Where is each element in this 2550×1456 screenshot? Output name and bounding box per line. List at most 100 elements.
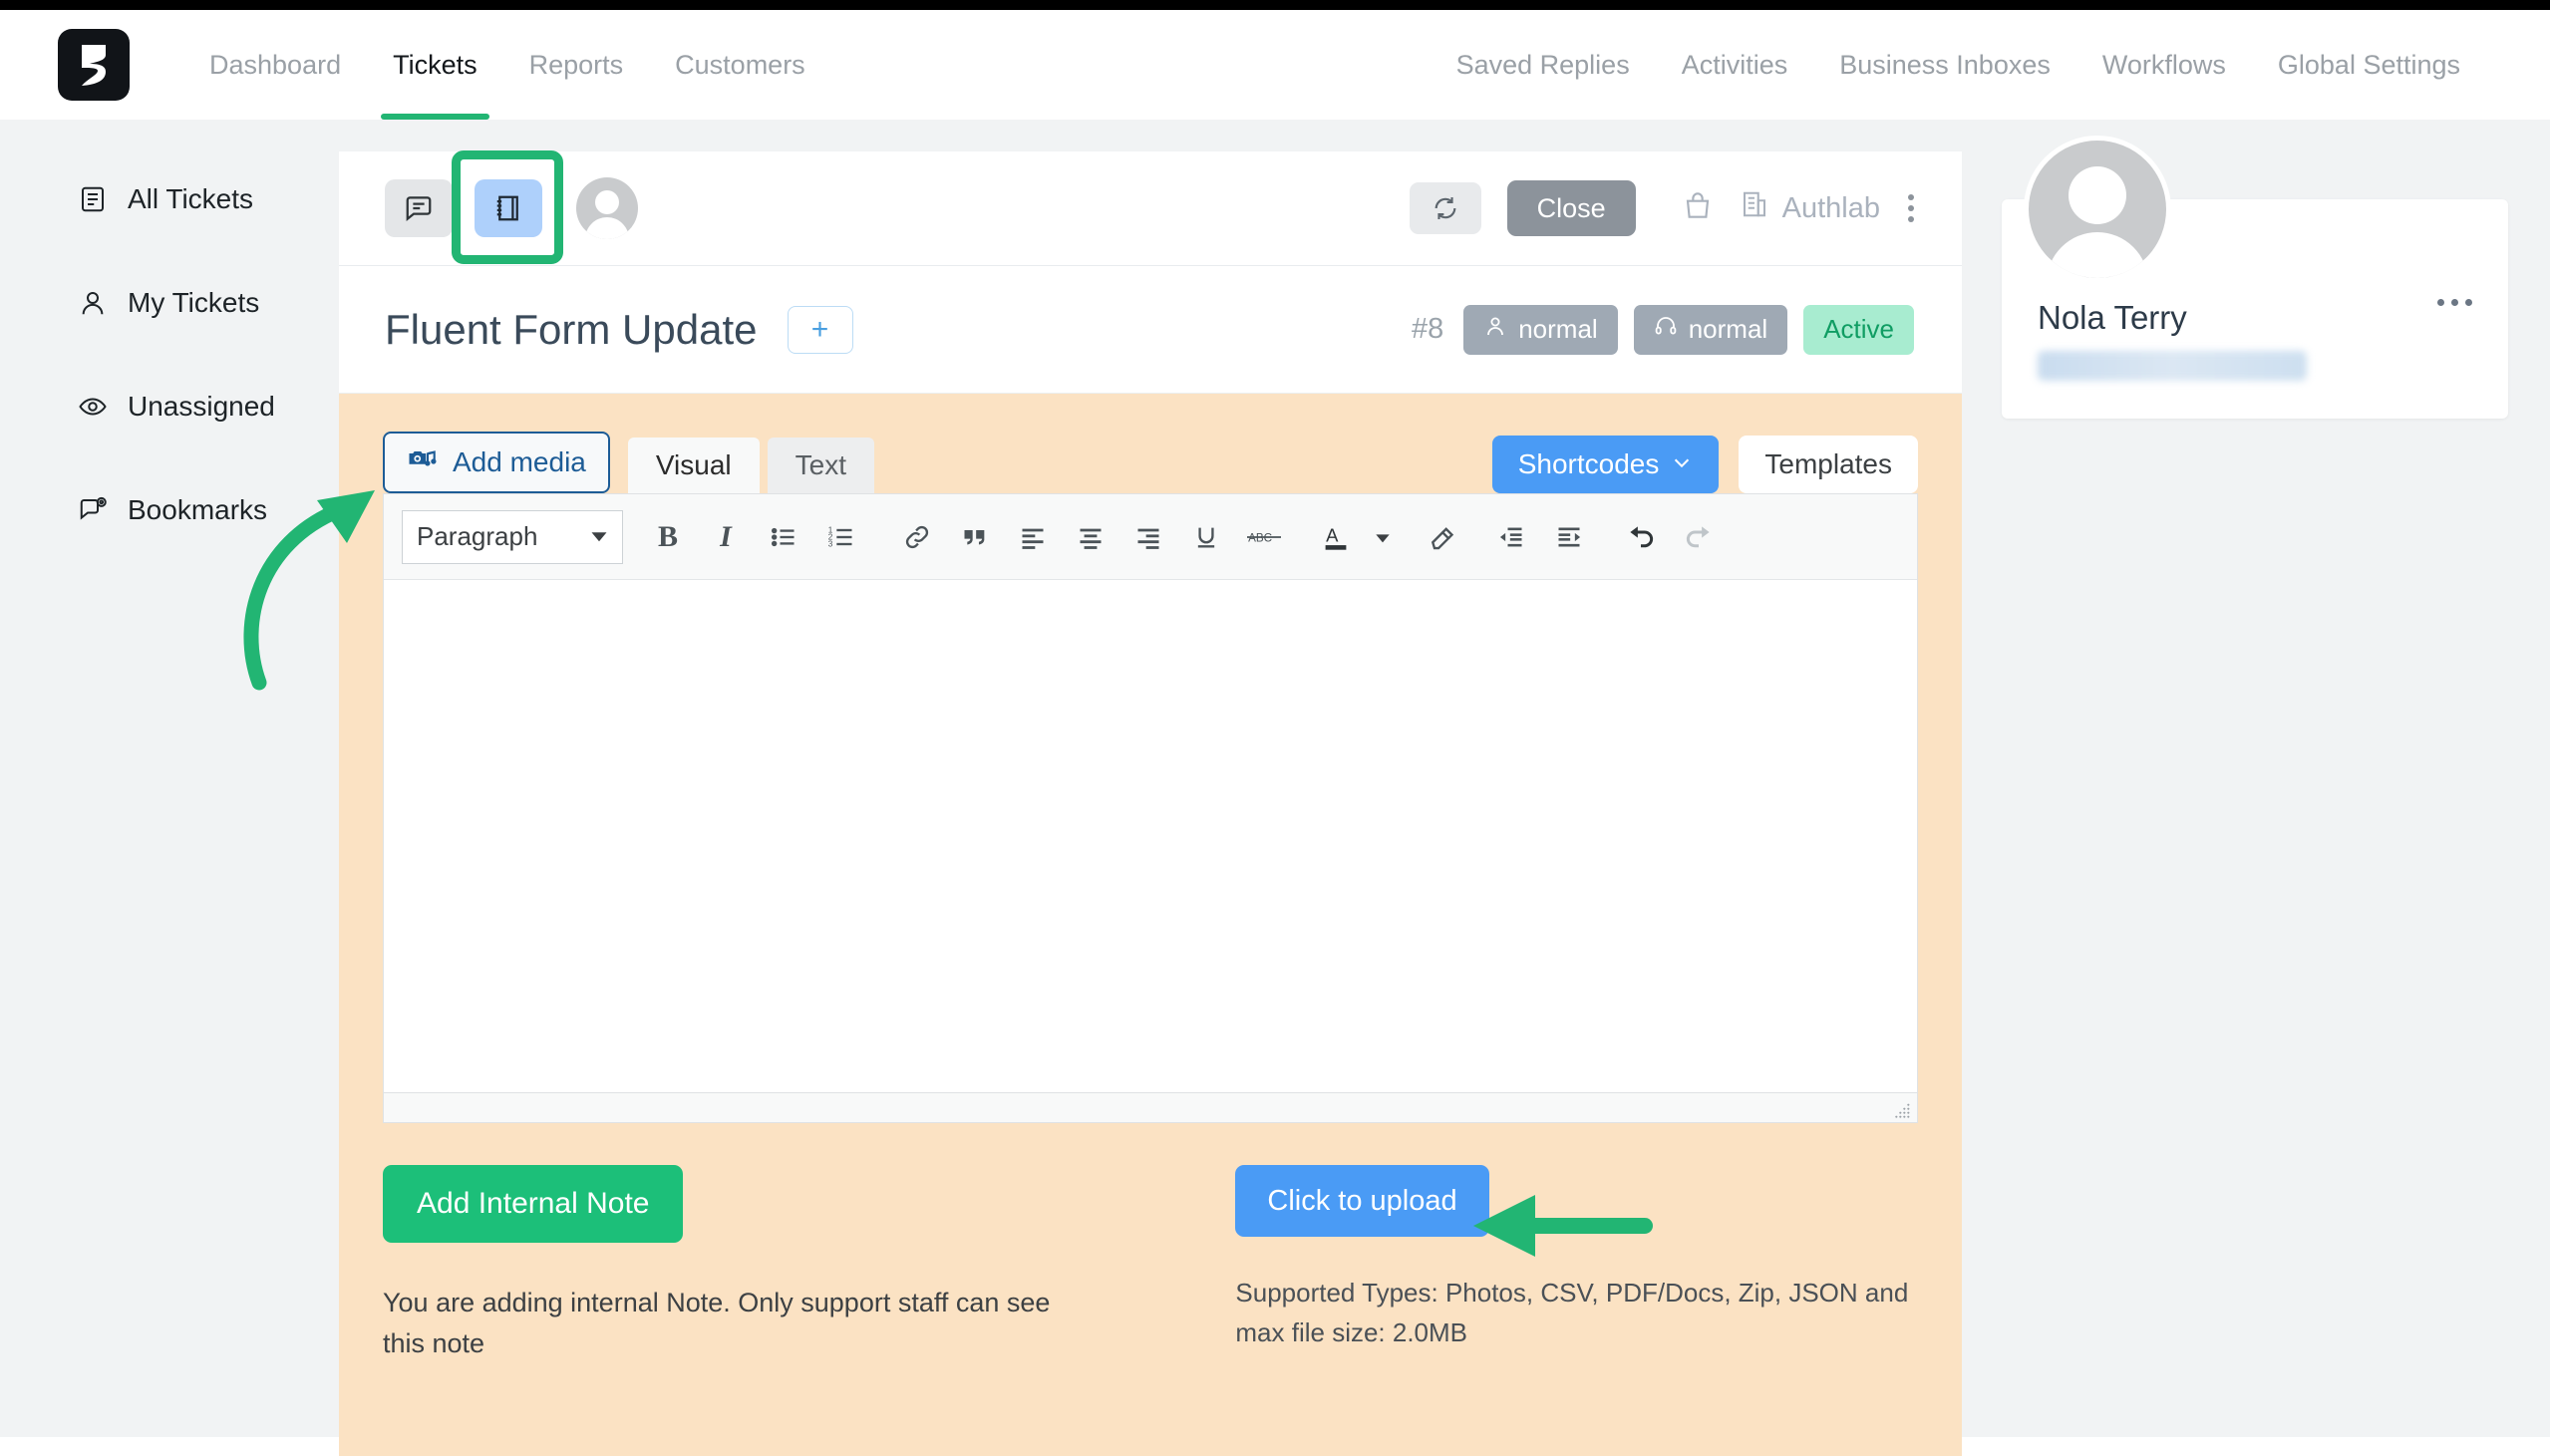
svg-text:3: 3 (828, 539, 833, 548)
add-tag-button[interactable]: + (787, 305, 853, 354)
ticket-detail: Close Authlab Fluent Form Update + #8 no… (339, 150, 1962, 1456)
ticket-toolbar-actions: Close Authlab (1409, 180, 1914, 236)
ticket-number: #8 (1411, 313, 1444, 345)
chat-reply-icon[interactable] (385, 179, 453, 237)
chat-mention-icon (78, 495, 108, 525)
eye-icon (78, 392, 108, 422)
click-to-upload-button[interactable]: Click to upload (1235, 1165, 1489, 1237)
page-title: Fluent Form Update (385, 305, 758, 353)
underline-icon[interactable] (1177, 508, 1235, 566)
upload-helper-text: Supported Types: Photos, CSV, PDF/Docs, … (1235, 1278, 1909, 1348)
templates-button[interactable]: Templates (1739, 436, 1918, 493)
customer-name: Nola Terry (2038, 299, 2187, 336)
text-color-icon[interactable]: A (1307, 508, 1365, 566)
nav-item-tickets[interactable]: Tickets (367, 10, 503, 120)
align-left-icon[interactable] (1004, 508, 1062, 566)
more-horizontal-icon[interactable] (2437, 299, 2472, 306)
person-icon (1483, 314, 1507, 345)
text-color-chevron-icon[interactable] (1365, 508, 1401, 566)
internal-note-helper-text: You are adding internal Note. Only suppo… (383, 1288, 1051, 1358)
ticket-title-row: Fluent Form Update + #8 normal normal Ac… (339, 266, 1962, 394)
fluent-support-logo-icon[interactable] (58, 29, 130, 101)
nav-item-global-settings[interactable]: Global Settings (2252, 10, 2486, 120)
badge-label: normal (1688, 314, 1768, 344)
redo-icon[interactable] (1670, 508, 1728, 566)
shortcodes-button[interactable]: Shortcodes (1491, 436, 1720, 493)
internal-note-composer: Add media Visual Text Shortcodes Templat… (339, 394, 1962, 1456)
add-media-button[interactable]: Add media (383, 432, 610, 493)
close-button[interactable]: Close (1506, 180, 1636, 236)
clear-formatting-icon[interactable] (1413, 508, 1470, 566)
strikethrough-icon[interactable]: ABC (1235, 508, 1293, 566)
primary-nav: Dashboard Tickets Reports Customers (183, 10, 831, 120)
outdent-icon[interactable] (1482, 508, 1540, 566)
app-header: Dashboard Tickets Reports Customers Save… (0, 10, 2550, 120)
format-select[interactable]: Paragraph (402, 509, 623, 564)
indent-icon[interactable] (1540, 508, 1598, 566)
composer-submit-column: Add Internal Note You are adding interna… (383, 1165, 1151, 1363)
status-badge-active[interactable]: Active (1803, 304, 1914, 355)
resize-grip-icon[interactable] (1895, 1102, 1911, 1118)
sidebar-item-label: My Tickets (128, 287, 260, 318)
headset-icon (1654, 314, 1678, 345)
notebook-icon[interactable] (452, 150, 563, 264)
status-badge-support[interactable]: normal (1633, 304, 1788, 355)
bulleted-list-icon[interactable] (755, 508, 812, 566)
format-select-value: Paragraph (417, 521, 538, 551)
undo-icon[interactable] (1612, 508, 1670, 566)
nav-item-workflows[interactable]: Workflows (2076, 10, 2252, 120)
page-body: All Tickets My Tickets Unassigned Bookma… (0, 120, 2550, 1456)
nav-item-reports[interactable]: Reports (503, 10, 650, 120)
sidebar-item-label: Unassigned (128, 391, 275, 422)
nav-item-saved-replies[interactable]: Saved Replies (1431, 10, 1656, 120)
nav-item-customers[interactable]: Customers (649, 10, 831, 120)
sidebar-item-bookmarks[interactable]: Bookmarks (0, 478, 339, 542)
tab-text[interactable]: Text (767, 437, 874, 493)
composer-upload-column: Click to upload Supported Types: Photos,… (1235, 1165, 1918, 1363)
secondary-nav: Saved Replies Activities Business Inboxe… (1431, 10, 2486, 120)
ticket-meta: #8 normal normal Active (1411, 304, 1914, 355)
svg-text:A: A (1326, 524, 1339, 545)
agent-avatar[interactable] (576, 177, 638, 239)
list-document-icon (78, 184, 108, 214)
media-camera-note-icon (407, 444, 437, 481)
composer-right-actions: Shortcodes Templates (1491, 436, 1918, 493)
nav-item-business-inboxes[interactable]: Business Inboxes (1813, 10, 2076, 120)
sidebar-item-all-tickets[interactable]: All Tickets (0, 167, 339, 231)
customer-panel: Nola Terry (2002, 136, 2508, 419)
person-icon (78, 288, 108, 318)
add-internal-note-button[interactable]: Add Internal Note (383, 1165, 684, 1243)
sidebar-item-my-tickets[interactable]: My Tickets (0, 271, 339, 335)
sidebar-item-label: All Tickets (128, 183, 254, 214)
italic-icon[interactable]: I (697, 508, 755, 566)
ticket-toolbar: Close Authlab (339, 150, 1962, 266)
chevron-down-icon (590, 521, 608, 552)
numbered-list-icon[interactable]: 1 2 3 (812, 508, 870, 566)
nav-item-activities[interactable]: Activities (1656, 10, 1814, 120)
refresh-icon[interactable] (1409, 182, 1481, 234)
rich-text-editor: Paragraph B I 1 2 3 ABC A (383, 493, 1918, 1093)
composer-toolbar: Add media Visual Text Shortcodes Templat… (383, 428, 1918, 493)
building-icon (1740, 189, 1769, 227)
composer-actions: Add Internal Note You are adding interna… (383, 1165, 1918, 1363)
add-media-label: Add media (453, 446, 586, 477)
editor-content-area[interactable] (384, 580, 1917, 1092)
shortcodes-label: Shortcodes (1517, 448, 1660, 479)
badge-label: normal (1518, 314, 1598, 344)
nav-item-dashboard[interactable]: Dashboard (183, 10, 367, 120)
bold-icon[interactable]: B (639, 508, 697, 566)
tab-visual[interactable]: Visual (627, 437, 760, 493)
align-right-icon[interactable] (1119, 508, 1177, 566)
customer-email-redacted (2038, 351, 2307, 381)
customer-avatar[interactable] (2024, 136, 2171, 283)
link-icon[interactable] (888, 508, 946, 566)
blockquote-icon[interactable] (946, 508, 1004, 566)
company-label: Authlab (1781, 191, 1880, 224)
shopping-bag-icon[interactable] (1682, 190, 1714, 227)
more-vertical-icon[interactable] (1908, 194, 1914, 222)
align-center-icon[interactable] (1062, 508, 1119, 566)
sidebar-item-unassigned[interactable]: Unassigned (0, 375, 339, 438)
company-tag[interactable]: Authlab (1740, 189, 1880, 227)
status-badge-priority[interactable]: normal (1463, 304, 1618, 355)
editor-toolbar: Paragraph B I 1 2 3 ABC A (384, 494, 1917, 580)
